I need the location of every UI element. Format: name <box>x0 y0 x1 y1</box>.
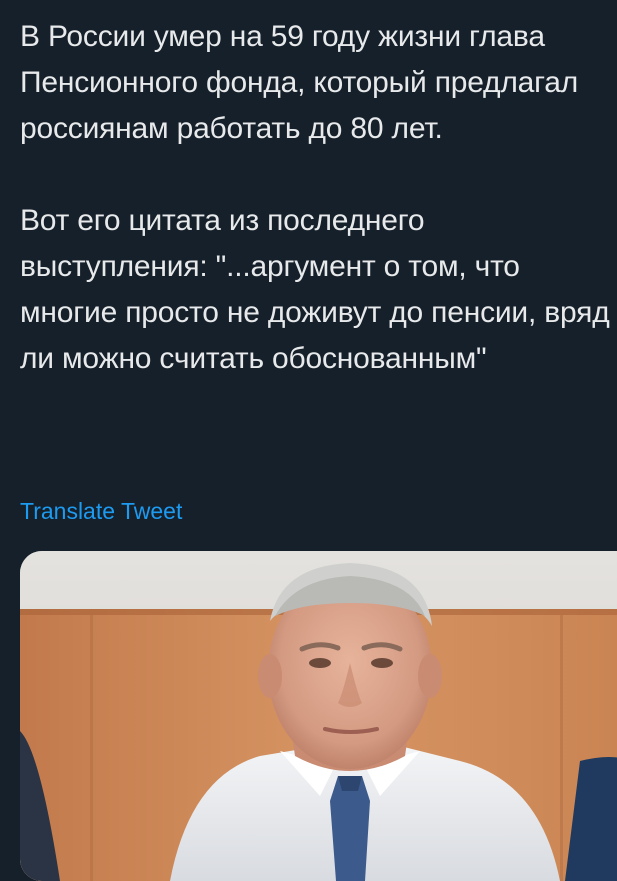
tweet-media-photo[interactable] <box>20 551 617 881</box>
translate-tweet-link[interactable]: Translate Tweet <box>20 498 182 525</box>
tweet-paragraph: В России умер на 59 году жизни глава Пен… <box>20 20 579 145</box>
tweet-paragraph: Вот его цитата из последнего выступления… <box>20 204 610 375</box>
photo-image <box>20 551 617 881</box>
tweet-text: В России умер на 59 году жизни глава Пен… <box>20 14 612 382</box>
